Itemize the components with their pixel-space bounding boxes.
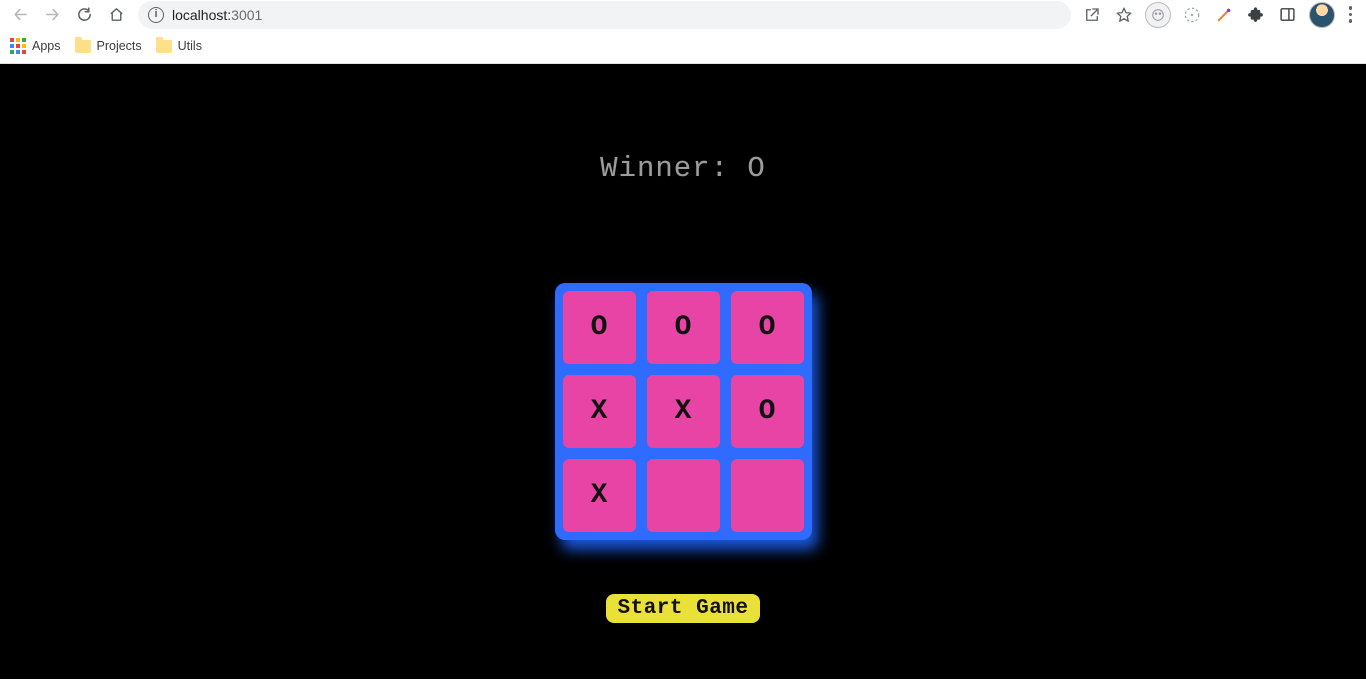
address-bar[interactable]: i localhost:3001 (138, 1, 1071, 29)
cell-1[interactable]: O (645, 289, 722, 366)
bookmark-utils-label: Utils (178, 39, 202, 53)
toolbar-right-icons (1081, 2, 1361, 28)
side-panel-icon[interactable] (1277, 4, 1299, 26)
cell-3[interactable]: X (561, 373, 638, 450)
bookmarks-apps[interactable]: Apps (10, 38, 61, 54)
home-button[interactable] (102, 1, 130, 29)
browser-chrome: i localhost:3001 (0, 0, 1366, 64)
apps-icon (10, 38, 26, 54)
bookmarks-bar: Apps Projects Utils (0, 29, 1366, 64)
site-info-icon[interactable]: i (148, 7, 164, 23)
folder-icon (156, 40, 172, 53)
cell-0[interactable]: O (561, 289, 638, 366)
game-board: O O O X X O X (561, 289, 806, 534)
cell-6[interactable]: X (561, 457, 638, 534)
game-status: Winner: O (600, 152, 766, 185)
browser-toolbar: i localhost:3001 (0, 0, 1366, 29)
profile-avatar[interactable] (1309, 2, 1335, 28)
bookmark-utils[interactable]: Utils (156, 39, 202, 53)
cell-5[interactable]: O (729, 373, 806, 450)
url-text: localhost:3001 (172, 7, 262, 23)
cell-7[interactable] (645, 457, 722, 534)
extension-ghostery-icon[interactable] (1145, 2, 1171, 28)
extension-wand-icon[interactable] (1213, 4, 1235, 26)
game-page: Winner: O O O O X X O X Start Game (0, 64, 1366, 679)
cell-8[interactable] (729, 457, 806, 534)
extensions-icon[interactable] (1245, 4, 1267, 26)
cell-2[interactable]: O (729, 289, 806, 366)
forward-button[interactable] (38, 1, 66, 29)
chrome-menu-icon[interactable] (1345, 6, 1357, 23)
back-button[interactable] (6, 1, 34, 29)
bookmark-projects[interactable]: Projects (75, 39, 142, 53)
share-icon[interactable] (1081, 4, 1103, 26)
bookmark-projects-label: Projects (97, 39, 142, 53)
bookmarks-apps-label: Apps (32, 39, 61, 53)
folder-icon (75, 40, 91, 53)
start-game-button[interactable]: Start Game (606, 594, 759, 623)
bookmark-star-icon[interactable] (1113, 4, 1135, 26)
extension-clock-icon[interactable] (1181, 4, 1203, 26)
game-board-container: O O O X X O X (555, 283, 812, 540)
cell-4[interactable]: X (645, 373, 722, 450)
reload-button[interactable] (70, 1, 98, 29)
